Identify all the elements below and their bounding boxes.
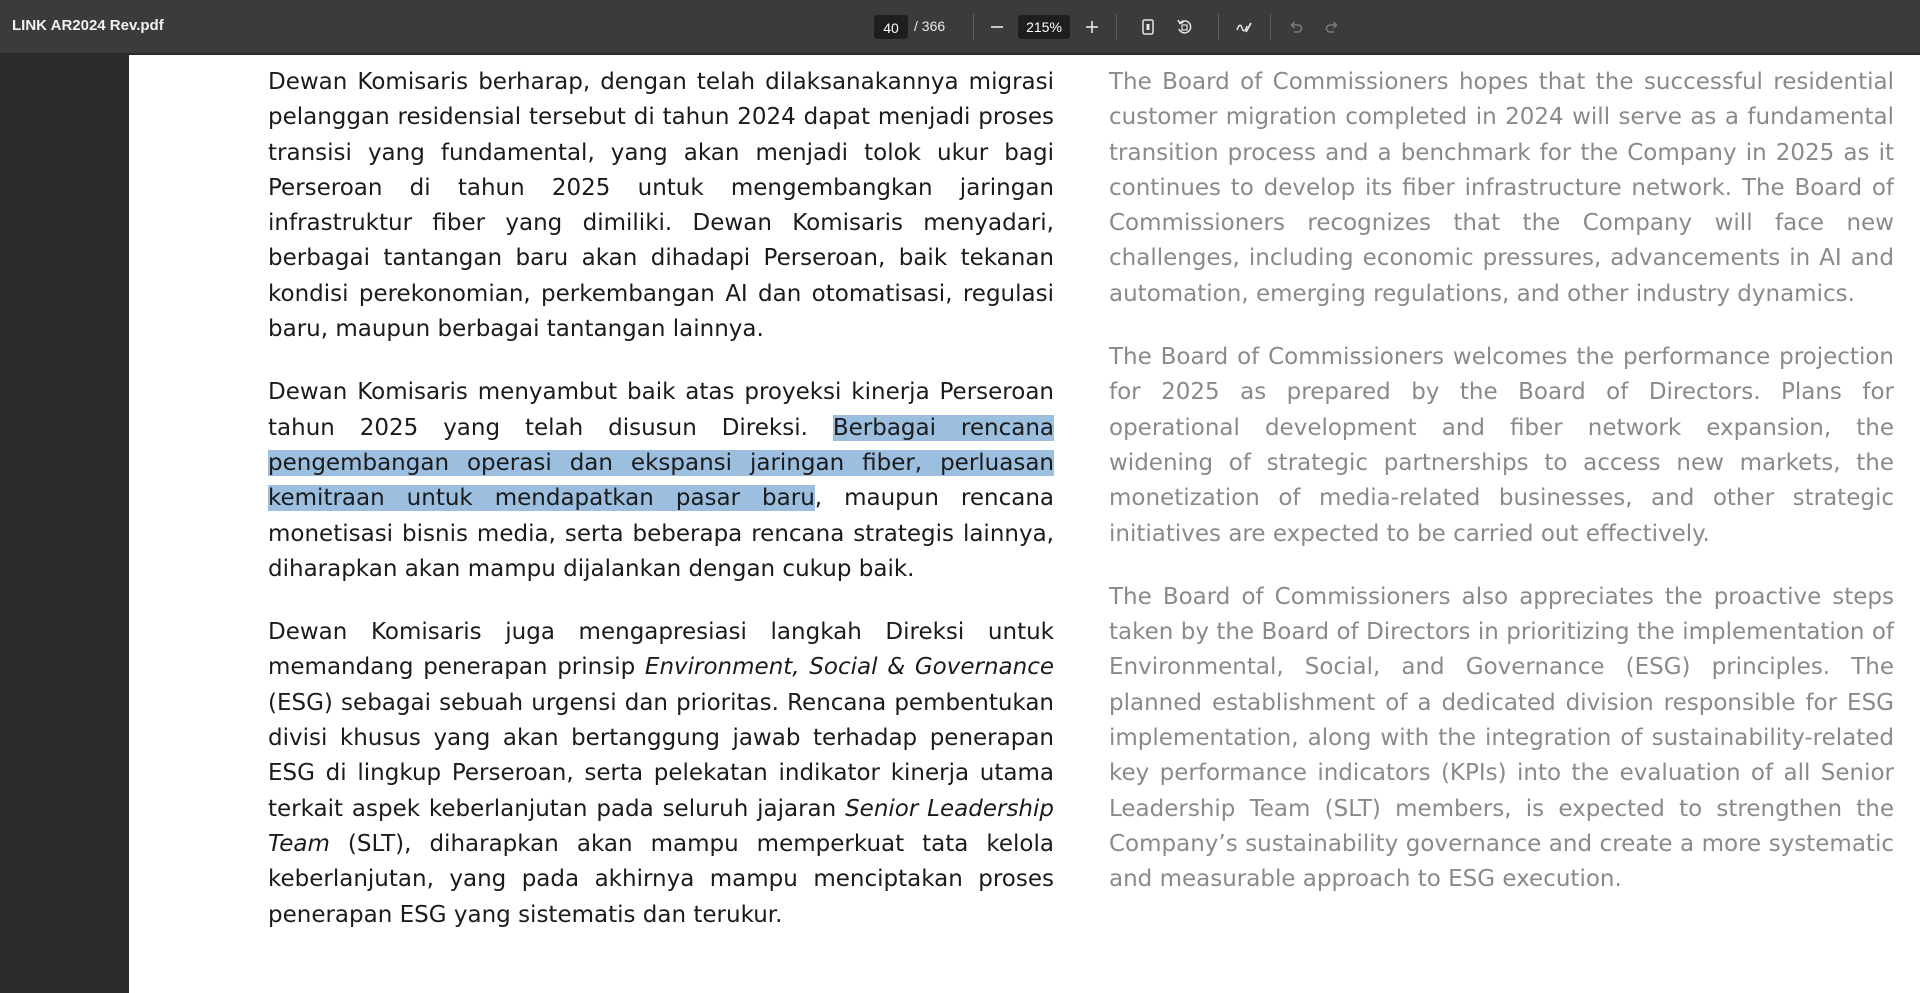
indonesian-paragraph-1: Dewan Komisaris berharap, dengan telah d… [268, 69, 1054, 343]
zoom-out-icon [991, 26, 1003, 28]
fit-page-button[interactable] [1134, 13, 1162, 41]
redo-icon [1325, 21, 1338, 33]
toolbar-divider [973, 14, 974, 40]
english-column: The Board of Commissioners hopes that th… [1109, 65, 1894, 926]
pdf-toolbar: LINK AR2024 Rev.pdf 40 / 366 215% [0, 0, 1920, 54]
rotate-icon [1177, 19, 1192, 34]
zoom-in-button[interactable] [1078, 13, 1106, 41]
rotate-button[interactable] [1170, 13, 1198, 41]
english-paragraph-1: The Board of Commissioners hopes that th… [1109, 69, 1894, 307]
document-title: LINK AR2024 Rev.pdf [12, 17, 164, 34]
fit-page-icon [1142, 19, 1154, 35]
paragraph-text: (SLT), diharapkan akan mampu memperkuat … [268, 830, 1054, 928]
english-paragraph-2: The Board of Commissioners welcomes the … [1109, 344, 1894, 547]
indonesian-paragraph-2: Dewan Komisaris menyambut baik atas proy… [268, 375, 1054, 587]
toolbar-divider [1116, 14, 1117, 40]
english-paragraph-3: The Board of Commissioners also apprecia… [1109, 583, 1894, 893]
draw-icon [1236, 22, 1252, 33]
zoom-out-button[interactable] [983, 13, 1011, 41]
indonesian-column: Dewan Komisaris berharap, dengan telah d… [268, 65, 1054, 961]
draw-button[interactable] [1230, 13, 1258, 41]
undo-button[interactable] [1282, 13, 1310, 41]
page-total: / 366 [914, 18, 946, 34]
page-number-input[interactable]: 40 [874, 15, 908, 39]
pdf-page: Dewan Komisaris berharap, dengan telah d… [129, 55, 1920, 993]
undo-icon [1290, 21, 1303, 33]
redo-button[interactable] [1318, 13, 1346, 41]
zoom-in-icon [1086, 21, 1098, 33]
italic-term: Environment, Social & Governance [644, 654, 1054, 681]
viewer-gutter [0, 55, 129, 993]
indonesian-paragraph-3: Dewan Komisaris juga mengapresiasi langk… [268, 615, 1054, 933]
toolbar-divider [1270, 14, 1271, 40]
zoom-level-field[interactable]: 215% [1018, 15, 1070, 39]
toolbar-divider [1218, 14, 1219, 40]
